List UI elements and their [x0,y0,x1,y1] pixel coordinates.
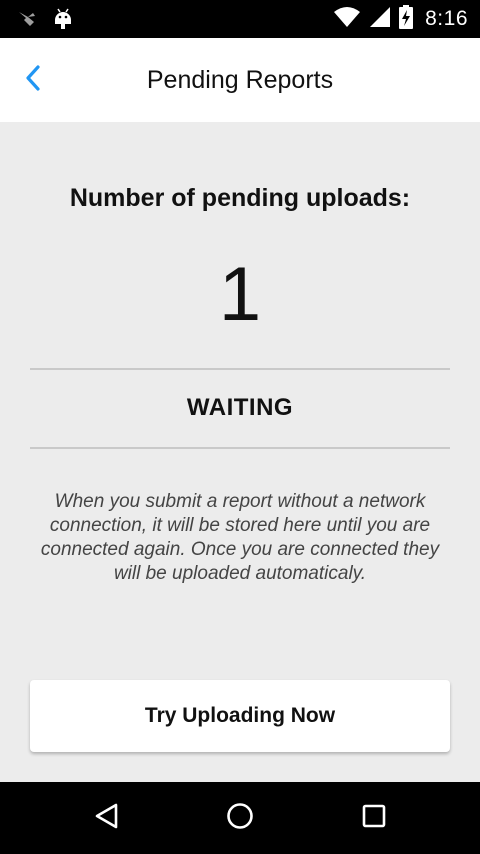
info-text: When you submit a report without a netwo… [40,491,440,584]
home-circle-icon [226,802,254,835]
pending-count-heading: Number of pending uploads: [69,184,411,212]
status-time: 8:16 [425,7,468,30]
notification-bird-icon [16,8,38,35]
try-uploading-button[interactable]: Try Uploading Now [30,680,450,752]
back-button[interactable] [14,60,54,100]
battery-charging-icon [399,4,414,34]
nav-back-button[interactable] [87,798,127,838]
chevron-left-icon [24,64,44,97]
upload-status: WAITING [186,394,294,421]
divider [30,368,450,370]
signal-icon [369,6,391,33]
wifi-icon [333,6,361,33]
divider [30,447,450,449]
app-bar: Pending Reports [0,38,480,122]
back-triangle-icon [93,802,121,835]
nav-recents-button[interactable] [354,798,394,838]
recents-square-icon [360,802,388,835]
navigation-bar [0,782,480,854]
status-bar: 8:16 [0,0,480,38]
main-content: Number of pending uploads: 1 WAITING Whe… [0,122,480,782]
android-icon [52,7,74,36]
nav-home-button[interactable] [220,798,260,838]
pending-count-value: 1 [218,252,262,337]
page-title: Pending Reports [146,66,334,94]
